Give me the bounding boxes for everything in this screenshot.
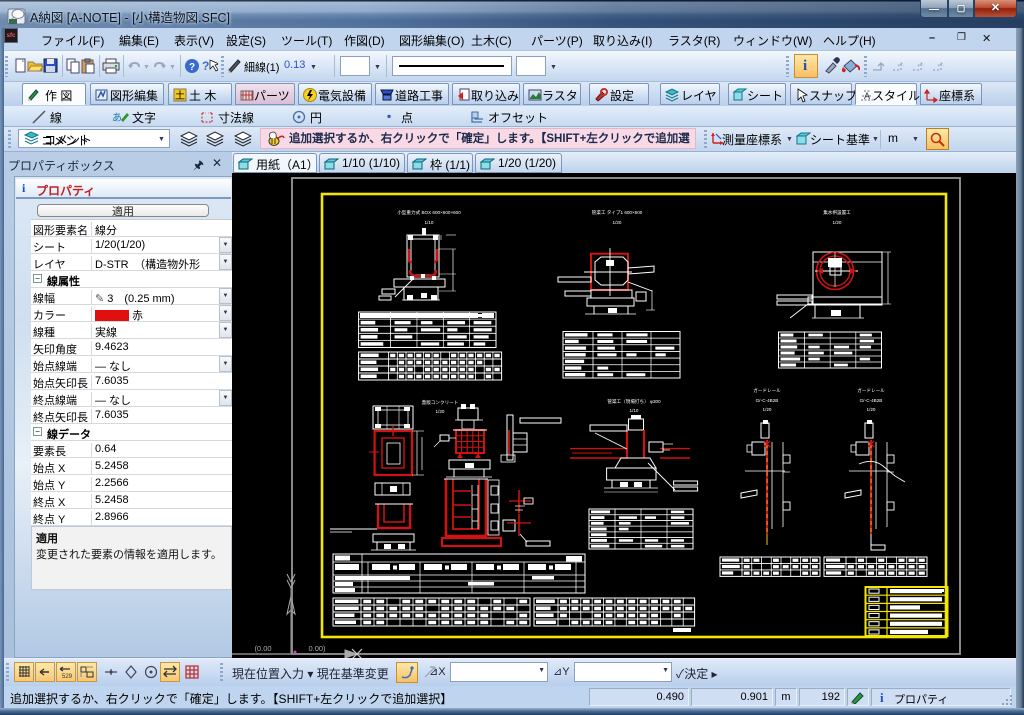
- svg-text:管渠工 タイプ1 600×600: 管渠工 タイプ1 600×600: [592, 209, 643, 216]
- svg-text:ガードレール: ガードレール: [753, 387, 781, 394]
- svg-text:蓋版コンクリート: 蓋版コンクリート: [422, 399, 459, 406]
- svg-text:ガードレール: ガードレール: [857, 387, 885, 394]
- svg-text:1/10: 1/10: [425, 220, 434, 225]
- svg-text:あ: あ: [112, 112, 122, 124]
- svg-text:Gr-C-4B2B: Gr-C-4B2B: [860, 398, 883, 403]
- svg-text:1/20: 1/20: [613, 220, 622, 225]
- svg-text:集水桝設置工: 集水桝設置工: [823, 209, 851, 216]
- svg-text:1/20: 1/20: [867, 407, 876, 412]
- svg-text:?: ?: [202, 59, 209, 73]
- svg-text:Gr-C-4B2B: Gr-C-4B2B: [756, 398, 779, 403]
- svg-text:1/20: 1/20: [436, 409, 445, 414]
- svg-text:1/10: 1/10: [630, 408, 639, 413]
- svg-text:小型重力式 BOX 600×600×600: 小型重力式 BOX 600×600×600: [397, 209, 461, 216]
- svg-text:(0.00: (0.00: [254, 644, 271, 653]
- svg-text:1/20: 1/20: [833, 220, 842, 225]
- svg-text:0.00): 0.00): [308, 644, 326, 653]
- svg-text:土: 土: [175, 89, 185, 102]
- svg-text:?: ?: [189, 62, 195, 73]
- svg-text:529: 529: [62, 674, 73, 680]
- svg-text:管渠工（現場打ち） φ300: 管渠工（現場打ち） φ300: [607, 398, 661, 405]
- svg-text:1/20: 1/20: [763, 407, 772, 412]
- svg-text:A: A: [864, 91, 870, 101]
